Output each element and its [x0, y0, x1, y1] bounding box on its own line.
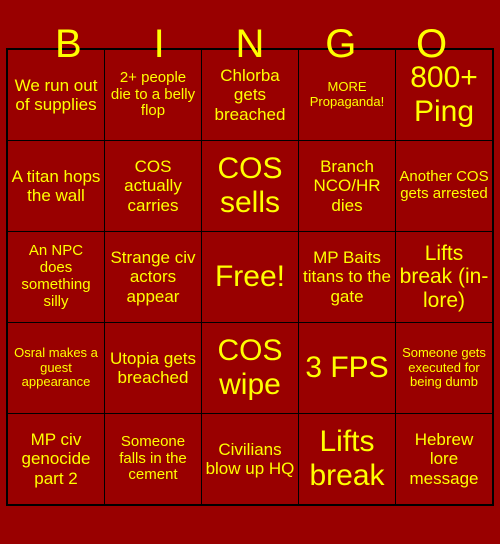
bingo-cell-o2[interactable]: Another COS gets arrested — [395, 140, 494, 232]
bingo-cell-n4[interactable]: COS wipe — [201, 322, 299, 414]
bingo-cell-o5[interactable]: Hebrew lore message — [395, 413, 494, 506]
bingo-cell-b4[interactable]: Osral makes a guest appearance — [6, 322, 105, 414]
bingo-row: A titan hops the wall COS actually carri… — [6, 140, 494, 232]
header-letter-g: G — [325, 22, 357, 66]
header-letter-i: I — [153, 22, 165, 66]
bingo-row: Osral makes a guest appearance Utopia ge… — [6, 322, 494, 414]
bingo-cell-i2[interactable]: COS actually carries — [104, 140, 202, 232]
header-letter-o: O — [416, 22, 448, 66]
bingo-cell-i1[interactable]: 2+ people die to a belly flop — [104, 48, 202, 141]
bingo-cell-o3[interactable]: Lifts break (in-lore) — [395, 231, 494, 323]
bingo-cell-b5[interactable]: MP civ genocide part 2 — [6, 413, 105, 506]
header-letter-b: B — [55, 22, 82, 66]
bingo-cell-b3[interactable]: An NPC does something silly — [6, 231, 105, 323]
bingo-cell-free[interactable]: Free! — [201, 231, 299, 323]
bingo-cell-n5[interactable]: Civilians blow up HQ — [201, 413, 299, 506]
bingo-cell-g5[interactable]: Lifts break — [298, 413, 396, 506]
bingo-cell-i3[interactable]: Strange civ actors appear — [104, 231, 202, 323]
bingo-cell-b2[interactable]: A titan hops the wall — [6, 140, 105, 232]
bingo-row: An NPC does something silly Strange civ … — [6, 231, 494, 323]
bingo-cell-i4[interactable]: Utopia gets breached — [104, 322, 202, 414]
bingo-cell-i5[interactable]: Someone falls in the cement — [104, 413, 202, 506]
bingo-row: MP civ genocide part 2 Someone falls in … — [6, 413, 494, 506]
bingo-cell-g2[interactable]: Branch NCO/HR dies — [298, 140, 396, 232]
bingo-cell-o4[interactable]: Someone gets executed for being dumb — [395, 322, 494, 414]
bingo-cell-g4[interactable]: 3 FPS — [298, 322, 396, 414]
header-letter-n: N — [235, 22, 265, 66]
bingo-cell-g3[interactable]: MP Baits titans to the gate — [298, 231, 396, 323]
bingo-grid: We run out of supplies 2+ people die to … — [6, 48, 494, 506]
bingo-cell-n2[interactable]: COS sells — [201, 140, 299, 232]
bingo-cell-o1[interactable]: 800+ Ping — [395, 48, 494, 141]
bingo-card: B I N G O We run out of supplies 2+ peop… — [0, 0, 500, 544]
bingo-header: B I N G O — [23, 0, 477, 66]
